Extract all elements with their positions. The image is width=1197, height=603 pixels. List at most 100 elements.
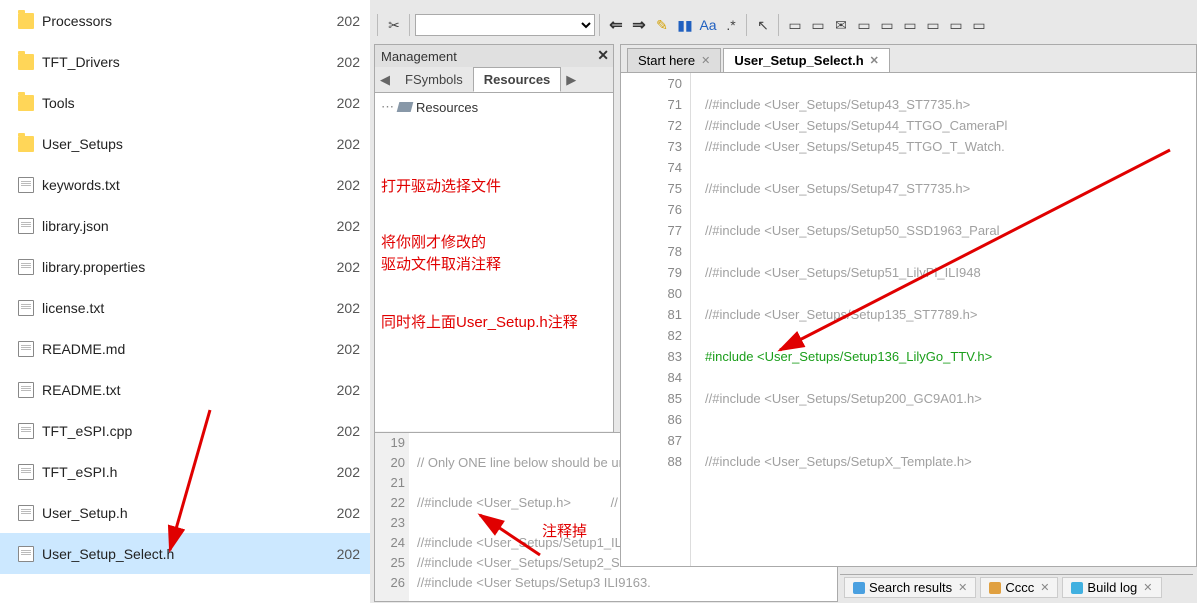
file-name: library.properties <box>42 259 145 275</box>
folder-icon <box>18 13 34 29</box>
file-row[interactable]: library.json202 <box>0 205 370 246</box>
file-row[interactable]: README.md 202 <box>0 328 370 369</box>
nav-back-button[interactable]: ⇐ <box>605 14 627 36</box>
file-row[interactable]: keywords.txt 202 <box>0 164 370 205</box>
editor-gutter: 70717273747576777879808182838485868788 <box>621 73 691 566</box>
file-name: README.txt <box>42 382 121 398</box>
management-tabs: ◀ FSymbols Resources ▶ <box>375 67 613 93</box>
ide-area: ✂ ⇐ ⇒ ✎ ▮▮ Aa .* ↖ ▭ ▭ ✉ ▭ ▭ ▭ ▭ ▭ ▭ Man… <box>370 0 1197 603</box>
file-date: 202 <box>337 341 360 357</box>
file-name: TFT_eSPI.cpp <box>42 423 132 439</box>
file-date: 202 <box>337 423 360 439</box>
file-explorer: Processors202TFT_Drivers202Tools202User_… <box>0 0 370 603</box>
bottom-tab[interactable]: Build log✕ <box>1062 577 1161 598</box>
find-combo[interactable] <box>415 14 595 36</box>
tab-close-icon[interactable]: ✕ <box>701 54 710 67</box>
editor-tab[interactable]: User_Setup_Select.h✕ <box>723 48 890 72</box>
annotation-2: 将你刚才修改的 <box>381 231 486 252</box>
rect8-icon[interactable]: ▭ <box>968 14 990 36</box>
file-name: Tools <box>42 95 75 111</box>
bottom-tab-icon <box>1071 582 1083 594</box>
close-icon[interactable]: ✕ <box>597 47 609 64</box>
bottom-tab[interactable]: Search results✕ <box>844 577 976 598</box>
select-button[interactable]: ▮▮ <box>674 14 696 36</box>
file-name: library.json <box>42 218 109 234</box>
file-icon <box>18 218 34 234</box>
file-row[interactable]: license.txt202 <box>0 287 370 328</box>
bottom-tab[interactable]: Cccc✕ <box>980 577 1058 598</box>
file-date: 202 <box>337 54 360 70</box>
file-icon <box>18 464 34 480</box>
file-date: 202 <box>337 464 360 480</box>
file-row[interactable]: TFT_eSPI.cpp 202 <box>0 410 370 451</box>
tab-prev-button[interactable]: ◀ <box>375 72 395 88</box>
file-date: 202 <box>337 259 360 275</box>
management-body: ⋯ Resources 打开驱动选择文件 将你刚才修改的 驱动文件取消注释 同时… <box>375 93 613 431</box>
cursor-icon[interactable]: ↖ <box>752 14 774 36</box>
rect7-icon[interactable]: ▭ <box>945 14 967 36</box>
close-icon[interactable]: ✕ <box>1143 581 1152 594</box>
file-icon <box>18 300 34 316</box>
file-icon <box>18 177 34 193</box>
rect6-icon[interactable]: ▭ <box>922 14 944 36</box>
rect5-icon[interactable]: ▭ <box>899 14 921 36</box>
management-title-bar: Management ✕ <box>375 45 613 67</box>
regex-button[interactable]: .* <box>720 14 742 36</box>
rect1-icon[interactable]: ▭ <box>784 14 806 36</box>
editor-lines[interactable]: //#include <User_Setups/Setup43_ST7735.h… <box>691 73 1196 566</box>
nav-forward-button[interactable]: ⇒ <box>628 14 650 36</box>
code-editor: Start here✕User_Setup_Select.h✕ 70717273… <box>620 44 1197 567</box>
file-name: README.md <box>42 341 125 357</box>
file-name: User_Setups <box>42 136 123 152</box>
bottom-tab-icon <box>853 582 865 594</box>
file-row[interactable]: TFT_eSPI.h202 <box>0 451 370 492</box>
cut-icon[interactable]: ✂ <box>383 14 405 36</box>
file-row[interactable]: README.txt202 <box>0 369 370 410</box>
file-name: keywords.txt <box>42 177 120 193</box>
match-case-button[interactable]: Aa <box>697 14 719 36</box>
bottom-tab-icon <box>989 582 1001 594</box>
rect3-icon[interactable]: ▭ <box>853 14 875 36</box>
file-date: 202 <box>337 136 360 152</box>
file-row[interactable]: User_Setup_Select.h 202 <box>0 533 370 574</box>
tab-resources[interactable]: Resources <box>473 67 561 92</box>
tab-close-icon[interactable]: ✕ <box>870 54 879 67</box>
annotation-3: 驱动文件取消注释 <box>381 253 501 274</box>
toolbar: ✂ ⇐ ⇒ ✎ ▮▮ Aa .* ↖ ▭ ▭ ✉ ▭ ▭ ▭ ▭ ▭ ▭ <box>370 10 1197 40</box>
tab-fsymbols[interactable]: FSymbols <box>395 68 473 91</box>
file-row[interactable]: Tools 202 <box>0 82 370 123</box>
tab-next-button[interactable]: ▶ <box>561 72 581 88</box>
file-date: 202 <box>337 177 360 193</box>
resource-icon <box>397 102 414 112</box>
folder-icon <box>18 95 34 111</box>
file-date: 202 <box>337 505 360 521</box>
resources-label: Resources <box>416 100 478 115</box>
file-row[interactable]: TFT_Drivers 202 <box>0 41 370 82</box>
file-date: 202 <box>337 546 360 562</box>
file-date: 202 <box>337 95 360 111</box>
close-icon[interactable]: ✕ <box>1040 581 1049 594</box>
file-row[interactable]: Processors202 <box>0 0 370 41</box>
file-row[interactable]: User_Setup.h202 <box>0 492 370 533</box>
resources-tree-root[interactable]: ⋯ Resources <box>381 99 607 115</box>
editor-body: 70717273747576777879808182838485868788 /… <box>621 73 1196 566</box>
highlight-button[interactable]: ✎ <box>651 14 673 36</box>
file-row[interactable]: User_Setups 202 <box>0 123 370 164</box>
file-name: Processors <box>42 13 112 29</box>
bottom-tab-bar: Search results✕Cccc✕Build log✕ <box>840 574 1193 600</box>
annotation-1: 打开驱动选择文件 <box>381 175 501 196</box>
annotation-4: 同时将上面User_Setup.h注释 <box>381 311 578 332</box>
editor-tab[interactable]: Start here✕ <box>627 48 721 72</box>
file-name: User_Setup_Select.h <box>42 546 174 562</box>
tree-expand-icon[interactable]: ⋯ <box>381 99 394 115</box>
rect4-icon[interactable]: ▭ <box>876 14 898 36</box>
file-name: TFT_Drivers <box>42 54 120 70</box>
editor-tab-bar: Start here✕User_Setup_Select.h✕ <box>621 45 1196 73</box>
mini-gutter: 1920212223242526 <box>375 433 409 601</box>
close-icon[interactable]: ✕ <box>958 581 967 594</box>
mail-icon[interactable]: ✉ <box>830 14 852 36</box>
annotation-comment-out: 注释掉 <box>542 520 587 541</box>
rect2-icon[interactable]: ▭ <box>807 14 829 36</box>
file-icon <box>18 546 34 562</box>
file-row[interactable]: library.properties 202 <box>0 246 370 287</box>
